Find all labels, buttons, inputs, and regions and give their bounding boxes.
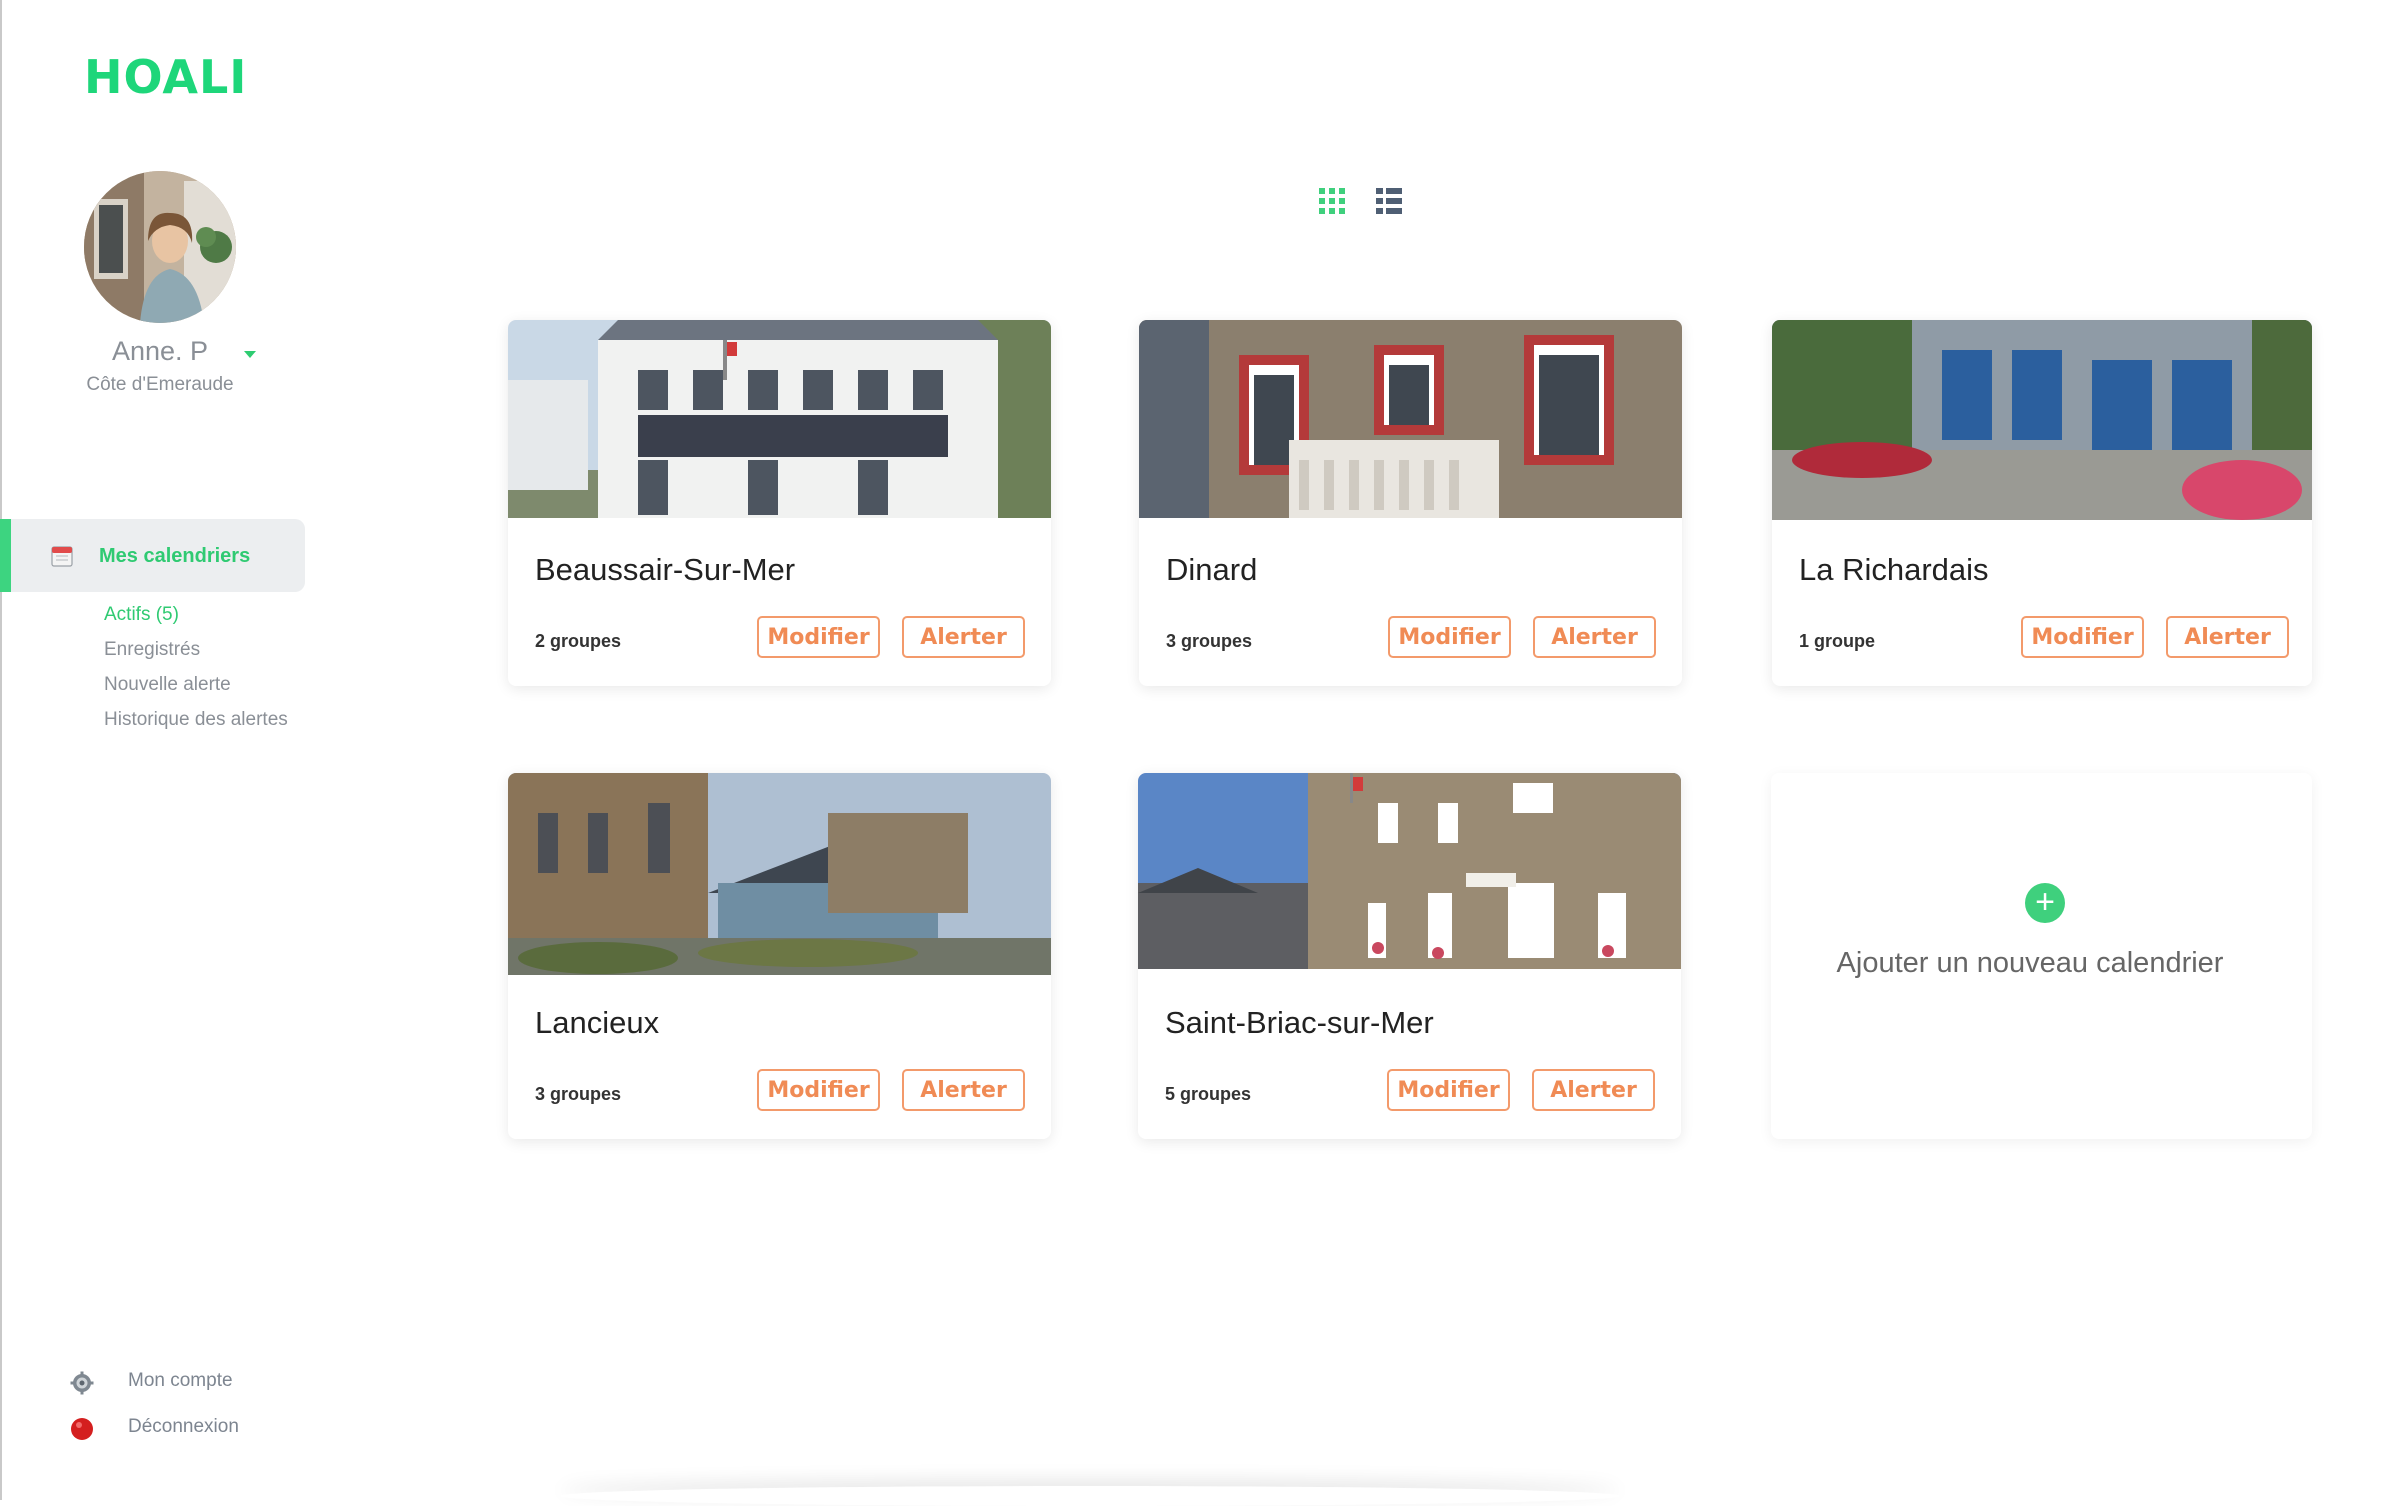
gear-icon bbox=[70, 1371, 94, 1395]
scroll-shadow bbox=[560, 1486, 1620, 1506]
app-logo[interactable]: HOALI bbox=[84, 50, 247, 104]
card-title: Beaussair-Sur-Mer bbox=[535, 552, 796, 587]
modify-button[interactable]: Modifier bbox=[1387, 1069, 1510, 1111]
card-title: Dinard bbox=[1166, 552, 1258, 587]
modify-button[interactable]: Modifier bbox=[1388, 616, 1511, 658]
card-photo bbox=[1139, 320, 1682, 518]
alert-button[interactable]: Alerter bbox=[1532, 1069, 1655, 1111]
user-region: Côte d'Emeraude bbox=[86, 374, 234, 395]
add-calendar-card[interactable]: + Ajouter un nouveau calendrier bbox=[1771, 773, 2312, 1139]
modify-button[interactable]: Modifier bbox=[757, 1069, 880, 1111]
calendar-card[interactable]: La Richardais 1 groupe Modifier Alerter bbox=[1772, 320, 2312, 686]
alert-button[interactable]: Alerter bbox=[902, 1069, 1025, 1111]
subnav-item-enregistres[interactable]: Enregistrés bbox=[104, 636, 288, 671]
alert-button[interactable]: Alerter bbox=[2166, 616, 2289, 658]
card-title: Saint-Briac-sur-Mer bbox=[1165, 1005, 1434, 1040]
calendar-card[interactable]: Dinard 3 groupes Modifier Alerter bbox=[1139, 320, 1682, 686]
calendar-card[interactable]: Saint-Briac-sur-Mer 5 groupes Modifier A… bbox=[1138, 773, 1681, 1139]
card-groups-count: 2 groupes bbox=[535, 631, 622, 651]
add-calendar-label[interactable]: Ajouter un nouveau calendrier bbox=[1771, 947, 2289, 980]
sidebar: HOALI Anne. P Côte d'Emeraude Mes calend… bbox=[0, 0, 320, 1500]
card-photo bbox=[1772, 320, 2312, 520]
nav-item-label: Mes calendriers bbox=[99, 545, 251, 567]
card-photo bbox=[1138, 773, 1681, 969]
subnav-item-nouvelle-alerte[interactable]: Nouvelle alerte bbox=[104, 671, 288, 706]
alert-button[interactable]: Alerter bbox=[1533, 616, 1656, 658]
calendar-card[interactable]: Beaussair-Sur-Mer 2 groupes Modifier Ale… bbox=[508, 320, 1051, 686]
logout-icon bbox=[71, 1418, 93, 1440]
avatar-photo bbox=[84, 171, 236, 323]
subnav-item-historique[interactable]: Historique des alertes bbox=[104, 706, 288, 741]
card-photo bbox=[508, 773, 1051, 975]
modify-button[interactable]: Modifier bbox=[757, 616, 880, 658]
plus-icon[interactable]: + bbox=[2025, 883, 2065, 923]
account-label: Mon compte bbox=[128, 1370, 233, 1391]
card-groups-count: 3 groupes bbox=[535, 1084, 622, 1104]
calendar-subnav: Actifs (5) Enregistrés Nouvelle alerte H… bbox=[104, 601, 288, 741]
grid-view-icon[interactable] bbox=[1318, 187, 1346, 215]
user-menu-caret-icon[interactable] bbox=[244, 351, 256, 358]
subnav-item-actifs[interactable]: Actifs (5) bbox=[104, 601, 288, 636]
avatar[interactable] bbox=[84, 171, 236, 323]
card-groups-count: 3 groupes bbox=[1166, 631, 1253, 651]
card-groups-count: 1 groupe bbox=[1799, 631, 1876, 651]
alert-button[interactable]: Alerter bbox=[902, 616, 1025, 658]
card-title: La Richardais bbox=[1799, 552, 1989, 587]
card-title: Lancieux bbox=[535, 1005, 660, 1040]
user-name[interactable]: Anne. P bbox=[112, 336, 208, 367]
calendar-icon bbox=[51, 546, 73, 567]
card-photo bbox=[508, 320, 1051, 518]
modify-button[interactable]: Modifier bbox=[2021, 616, 2144, 658]
calendar-card[interactable]: Lancieux 3 groupes Modifier Alerter bbox=[508, 773, 1051, 1139]
card-groups-count: 5 groupes bbox=[1165, 1084, 1252, 1104]
logout-label: Déconnexion bbox=[128, 1416, 239, 1437]
list-view-icon[interactable] bbox=[1375, 187, 1403, 215]
